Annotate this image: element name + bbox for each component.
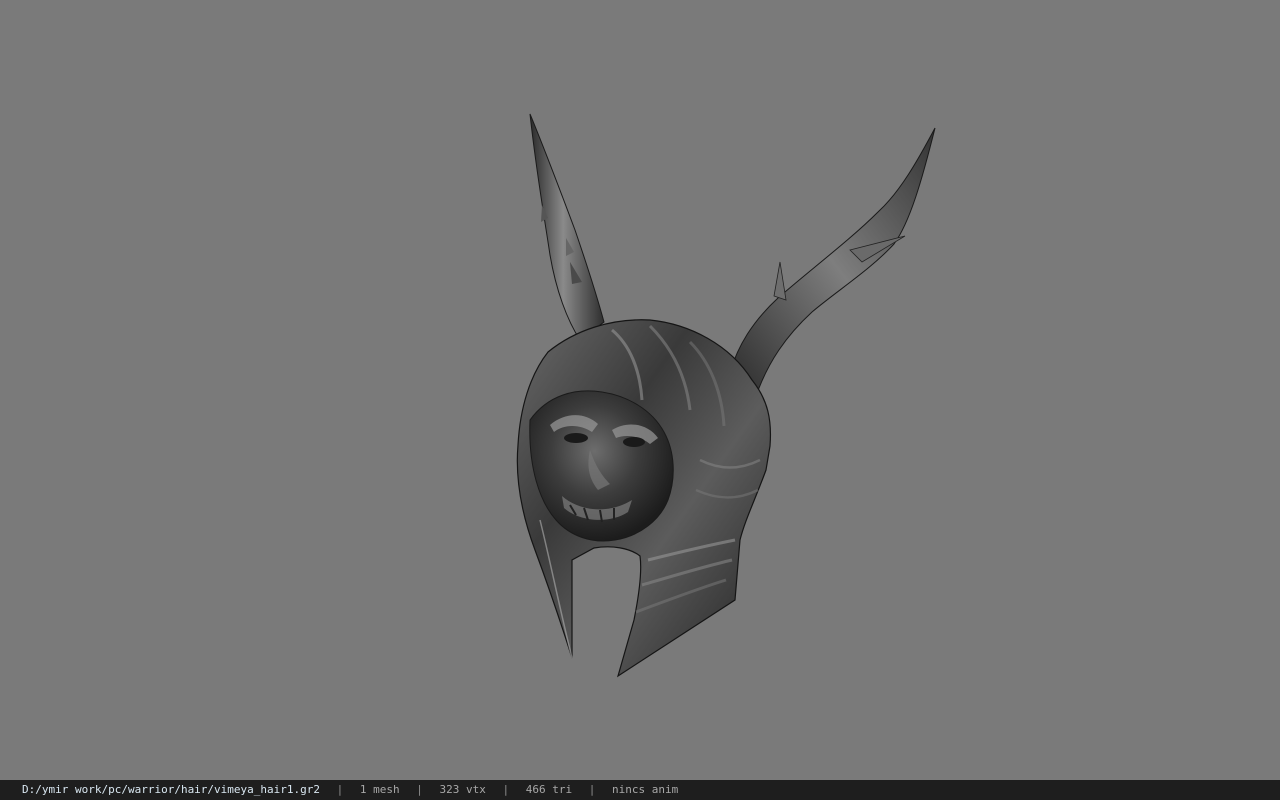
- triangle-count: 466 tri: [525, 783, 573, 796]
- status-separator: |: [416, 783, 423, 796]
- right-horn: [729, 127, 936, 397]
- status-separator: |: [502, 783, 510, 796]
- status-separator: |: [336, 783, 344, 796]
- status-bar: D:/ymir work/pc/warrior/hair/vimeya_hair…: [0, 780, 1280, 800]
- 3d-viewport[interactable]: [0, 0, 1280, 780]
- helmet-model: [516, 113, 936, 678]
- vertex-count: 323 vtx: [439, 783, 486, 796]
- status-separator: |: [588, 783, 596, 796]
- mesh-count: 1 mesh: [359, 783, 400, 796]
- file-path: D:/ymir work/pc/warrior/hair/vimeya_hair…: [22, 783, 321, 796]
- left-horn: [529, 113, 605, 341]
- animation-status: nincs anim: [611, 783, 679, 796]
